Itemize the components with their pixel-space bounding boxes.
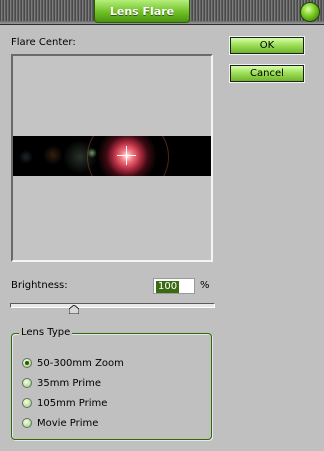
dialog-title: Lens Flare <box>94 0 190 23</box>
crosshair-icon[interactable] <box>117 146 136 165</box>
flare-ghost <box>19 150 33 164</box>
brightness-slider[interactable] <box>10 303 215 308</box>
radio-dot[interactable] <box>22 358 32 368</box>
radio-dot[interactable] <box>22 398 32 408</box>
title-bar: Lens Flare <box>0 0 324 25</box>
radio-label: 50-300mm Zoom <box>37 357 124 369</box>
radio-movie-prime[interactable]: Movie Prime <box>22 416 222 430</box>
lens-type-legend: Lens Type <box>19 327 73 338</box>
brightness-value: 100 <box>156 281 180 293</box>
radio-35mm-prime[interactable]: 35mm Prime <box>22 376 222 390</box>
radio-label: 35mm Prime <box>37 377 102 389</box>
radio-50-300mm-zoom[interactable]: 50-300mm Zoom <box>22 356 222 370</box>
flare-center-label: Flare Center: <box>11 37 76 48</box>
brightness-label: Brightness: <box>11 280 68 291</box>
brightness-input[interactable]: 100 <box>153 278 195 294</box>
preview-image[interactable] <box>13 136 211 176</box>
slider-thumb-icon[interactable] <box>68 305 79 314</box>
radio-dot[interactable] <box>22 418 32 428</box>
radio-label: Movie Prime <box>37 417 99 429</box>
lens-type-group: Lens Type 50-300mm Zoom 35mm Prime 105mm… <box>11 327 212 440</box>
radio-label: 105mm Prime <box>37 397 108 409</box>
ok-button[interactable]: OK <box>229 36 305 55</box>
flare-preview[interactable] <box>11 54 213 262</box>
flare-ghost <box>43 145 63 165</box>
radio-105mm-prime[interactable]: 105mm Prime <box>22 396 222 410</box>
orb-icon[interactable] <box>300 2 320 22</box>
cancel-button[interactable]: Cancel <box>229 64 305 83</box>
percent-sign: % <box>200 280 210 291</box>
radio-dot[interactable] <box>22 378 32 388</box>
